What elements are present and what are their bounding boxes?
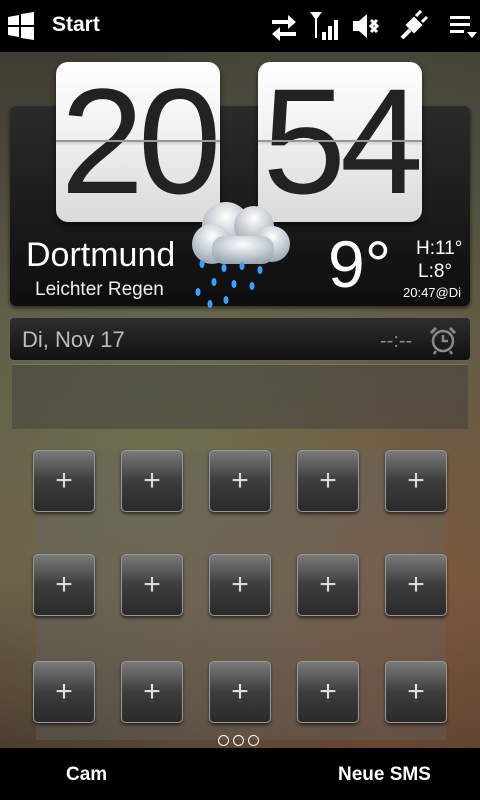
- alarm-clock-icon[interactable]: [428, 325, 458, 355]
- date-label: Di, Nov 17: [22, 327, 125, 352]
- add-shortcut-tile[interactable]: +: [33, 554, 95, 616]
- add-shortcut-tile[interactable]: +: [297, 661, 359, 723]
- plus-icon: +: [143, 675, 161, 708]
- plus-icon: +: [55, 568, 73, 601]
- windows-logo-icon[interactable]: [6, 12, 36, 40]
- plus-icon: +: [231, 675, 249, 708]
- weather-temperature: 9°: [328, 227, 392, 301]
- plus-icon: +: [143, 568, 161, 601]
- add-shortcut-tile[interactable]: +: [121, 661, 183, 723]
- plus-icon: +: [231, 464, 249, 497]
- add-shortcut-tile[interactable]: +: [121, 450, 183, 512]
- flip-divider: [56, 140, 220, 142]
- plus-icon: +: [319, 568, 337, 601]
- plus-icon: +: [319, 464, 337, 497]
- start-title[interactable]: Start: [52, 13, 100, 37]
- page-dot[interactable]: [248, 735, 259, 746]
- data-sync-icon[interactable]: [268, 10, 300, 42]
- status-bar: Start: [0, 0, 480, 52]
- plus-icon: +: [407, 464, 425, 497]
- plus-icon: +: [319, 675, 337, 708]
- softkey-right[interactable]: Neue SMS: [338, 764, 431, 786]
- page-dot[interactable]: [218, 735, 229, 746]
- weather-low: L:8°: [418, 261, 453, 282]
- add-shortcut-tile[interactable]: +: [297, 554, 359, 616]
- add-shortcut-tile[interactable]: +: [33, 450, 95, 512]
- add-shortcut-tile[interactable]: +: [385, 661, 447, 723]
- plus-icon: +: [55, 464, 73, 497]
- add-shortcut-tile[interactable]: +: [297, 450, 359, 512]
- add-shortcut-tile[interactable]: +: [209, 554, 271, 616]
- menu-icon[interactable]: [446, 10, 478, 42]
- add-shortcut-tile[interactable]: +: [121, 554, 183, 616]
- plus-icon: +: [407, 675, 425, 708]
- page-dot[interactable]: [233, 735, 244, 746]
- add-shortcut-tile[interactable]: +: [385, 554, 447, 616]
- weather-city: Dortmund: [26, 236, 176, 274]
- add-shortcut-tile[interactable]: +: [209, 450, 271, 512]
- notes-area[interactable]: [12, 364, 468, 429]
- alarm-time[interactable]: --:--: [380, 330, 412, 353]
- add-shortcut-tile[interactable]: +: [33, 661, 95, 723]
- power-icon[interactable]: [396, 10, 428, 42]
- weather-condition: Leichter Regen: [35, 279, 164, 300]
- add-shortcut-tile[interactable]: +: [209, 661, 271, 723]
- softkey-left[interactable]: Cam: [66, 764, 107, 786]
- plus-icon: +: [407, 568, 425, 601]
- volume-mute-icon[interactable]: [350, 10, 384, 42]
- plus-icon: +: [55, 675, 73, 708]
- weather-high: H:11°: [416, 238, 463, 259]
- weather-updated: 20:47@Di: [403, 285, 462, 300]
- signal-icon[interactable]: [308, 10, 342, 42]
- add-shortcut-tile[interactable]: +: [385, 450, 447, 512]
- flip-divider: [258, 140, 422, 142]
- rain-cloud-icon: [192, 202, 290, 308]
- plus-icon: +: [143, 464, 161, 497]
- plus-icon: +: [231, 568, 249, 601]
